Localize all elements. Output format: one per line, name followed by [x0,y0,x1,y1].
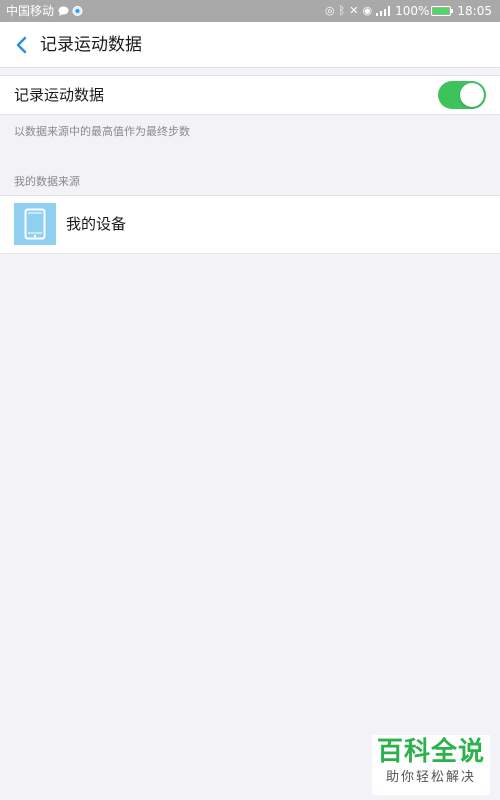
carrier-name: 中国移动 [6,4,55,18]
data-source-item-my-device[interactable]: 我的设备 [0,195,500,254]
status-right: ◎ ᛒ ✕ ◉ 100% 18:05 [325,0,492,22]
battery-percent: 100% [395,4,430,18]
mute-icon: ✕ [349,4,359,17]
clock-time: 18:05 [457,4,492,18]
data-source-label: 我的设备 [66,215,127,233]
back-button[interactable] [8,30,36,60]
hint-text: 以数据来源中的最高值作为最终步数 [14,125,190,138]
record-exercise-row: 记录运动数据 [0,75,500,115]
battery-icon [431,6,454,16]
nfc-icon: ◎ [325,4,335,17]
chevron-left-icon [16,36,27,54]
record-exercise-label: 记录运动数据 [14,86,105,104]
watermark-logo: 百科全说 助你轻松解决 [372,735,490,795]
status-bar: 中国移动 ◎ ᛒ ✕ ◉ 100% 18:05 [0,0,500,22]
page-title: 记录运动数据 [40,35,142,55]
tablet-icon [14,203,56,245]
watermark-subtitle: 助你轻松解决 [385,770,476,785]
eye-icon: ◉ [362,4,373,17]
chat-bubble-icon [58,6,69,16]
bluetooth-icon: ᛒ [338,4,346,17]
toggle-knob [460,83,484,107]
watermark-title: 百科全说 [376,737,485,767]
status-left: 中国移动 [6,0,86,22]
app-badge-icon [72,6,83,16]
signal-icon [376,6,391,16]
record-exercise-toggle[interactable] [438,81,486,109]
app-header: 记录运动数据 [0,22,500,68]
data-source-section-title: 我的数据来源 [14,175,80,188]
